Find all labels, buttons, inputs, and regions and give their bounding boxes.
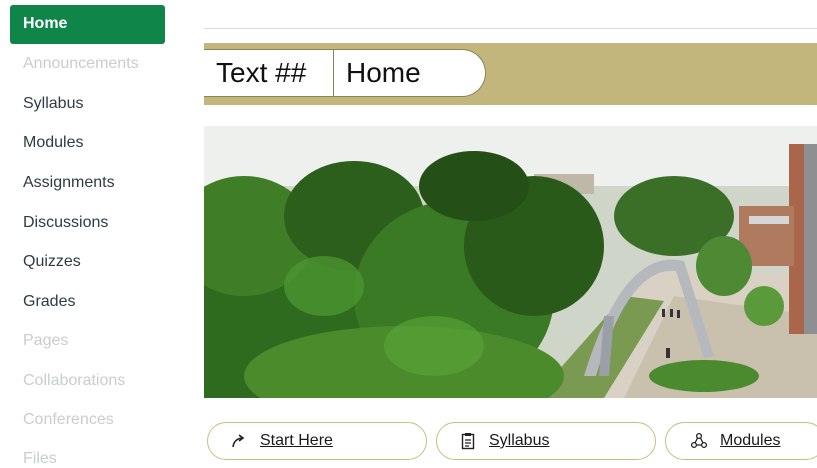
modules-label: Modules — [720, 432, 781, 449]
course-code: Text ## — [204, 50, 334, 96]
modules-button[interactable]: Modules — [665, 422, 817, 460]
sidebar-item-assignments[interactable]: Assignments — [23, 174, 115, 192]
modules-icon — [690, 432, 708, 450]
sidebar-item-pages: Pages — [23, 332, 69, 349]
syllabus-button[interactable]: Syllabus — [436, 422, 656, 460]
campus-photo — [204, 126, 817, 398]
start-here-button[interactable]: Start Here — [207, 422, 427, 460]
header-divider — [204, 28, 817, 29]
page-title: Home — [346, 57, 421, 88]
syllabus-label: Syllabus — [489, 432, 550, 449]
start-here-label: Start Here — [260, 432, 333, 449]
course-navigation: Home Announcements Syllabus Modules Assi… — [0, 0, 180, 467]
sidebar-item-grades[interactable]: Grades — [23, 293, 75, 311]
sidebar-item-syllabus[interactable]: Syllabus — [23, 95, 83, 113]
sidebar-item-modules[interactable]: Modules — [23, 134, 83, 152]
sidebar-item-collaborations: Collaborations — [23, 372, 126, 389]
sidebar-item-quizzes[interactable]: Quizzes — [23, 253, 81, 271]
title-pill: Text ## Home — [204, 49, 486, 97]
course-banner: Text ## Home — [204, 43, 817, 105]
sidebar-item-announcements: Announcements — [23, 55, 139, 72]
sidebar-item-home[interactable]: Home — [10, 5, 165, 44]
sidebar-item-discussions[interactable]: Discussions — [23, 214, 108, 232]
arrow-forward-icon — [230, 432, 248, 450]
campus-photo-illustration — [204, 126, 817, 398]
sidebar-item-conferences: Conferences — [23, 411, 114, 428]
clipboard-icon — [459, 432, 477, 450]
sidebar-item-files: Files — [23, 450, 57, 467]
